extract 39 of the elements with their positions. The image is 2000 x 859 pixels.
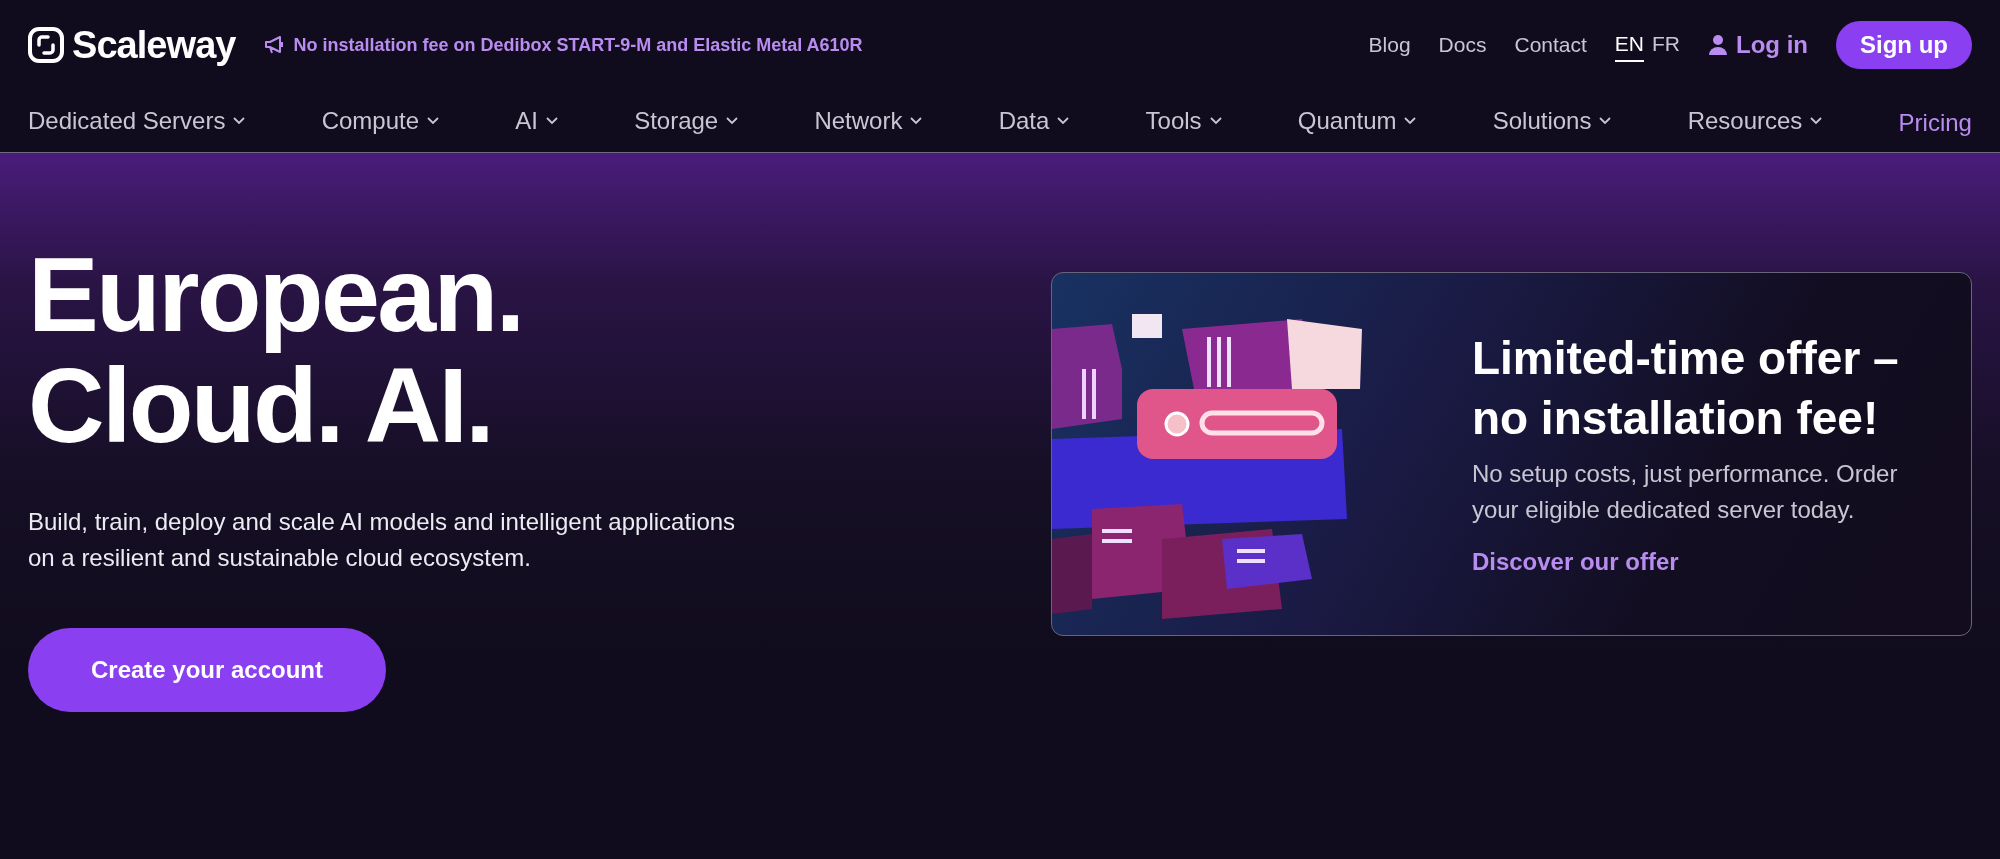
chevron-down-icon bbox=[1599, 117, 1612, 125]
nav-menu-item[interactable]: Storage bbox=[634, 103, 739, 139]
hero-heading: European. bbox=[28, 239, 524, 351]
nav-menu-item[interactable]: Compute bbox=[321, 103, 440, 139]
header-link[interactable]: Blog bbox=[1368, 29, 1411, 61]
header-link[interactable]: Docs bbox=[1438, 29, 1487, 61]
chevron-down-icon bbox=[545, 117, 558, 125]
chevron-down-icon bbox=[427, 117, 440, 125]
megaphone-icon bbox=[263, 35, 286, 55]
announcement-text: No installation fee on Dedibox START-9-M and Elastic Metal A610R bbox=[293, 33, 863, 57]
hero-subtitle: Build, train, deploy and scale AI models and intelligent applications on a resilient and sustainable cloud ecosystem. bbox=[28, 506, 737, 573]
login-link[interactable]: Log in bbox=[1708, 27, 1808, 63]
nav-menu-item[interactable]: Tools bbox=[1145, 103, 1222, 139]
chevron-down-icon bbox=[1209, 117, 1222, 125]
nav-menu-item[interactable]: Dedicated Servers bbox=[28, 103, 246, 139]
chevron-down-icon bbox=[1404, 117, 1417, 125]
chevron-down-icon bbox=[233, 117, 246, 125]
nav-menu-item[interactable]: AI bbox=[515, 103, 558, 139]
language-option[interactable]: FR bbox=[1652, 28, 1681, 62]
chevron-down-icon bbox=[726, 117, 739, 125]
discover-offer-link[interactable]: Discover our offer bbox=[1471, 544, 1679, 580]
logo-icon bbox=[28, 27, 64, 63]
nav-menu-item[interactable]: Resources bbox=[1687, 103, 1823, 139]
signup-button[interactable]: Sign up bbox=[1836, 21, 1972, 69]
user-icon bbox=[1708, 34, 1729, 56]
chevron-down-icon bbox=[910, 117, 923, 125]
brand-name: Scaleway bbox=[72, 22, 236, 68]
chevron-down-icon bbox=[1810, 117, 1823, 125]
offer-description: No setup costs, just performance. Order your eligible dedicated server today. bbox=[1471, 459, 1899, 525]
nav-menu-item[interactable]: Solutions bbox=[1492, 103, 1612, 139]
create-account-button[interactable]: Create your account bbox=[28, 627, 386, 712]
language-option[interactable]: EN bbox=[1614, 28, 1645, 62]
nav-menu-item[interactable]: Network bbox=[814, 103, 923, 139]
pricing-link[interactable]: Pricing bbox=[1898, 105, 1972, 141]
header-link[interactable]: Contact bbox=[1514, 29, 1587, 61]
chevron-down-icon bbox=[1057, 117, 1070, 125]
nav-menu-item[interactable]: Data bbox=[998, 103, 1070, 139]
offer-title: Limited-time offer – no installation fee! bbox=[1471, 331, 1900, 446]
nav-menu-item[interactable]: Quantum bbox=[1297, 103, 1417, 139]
